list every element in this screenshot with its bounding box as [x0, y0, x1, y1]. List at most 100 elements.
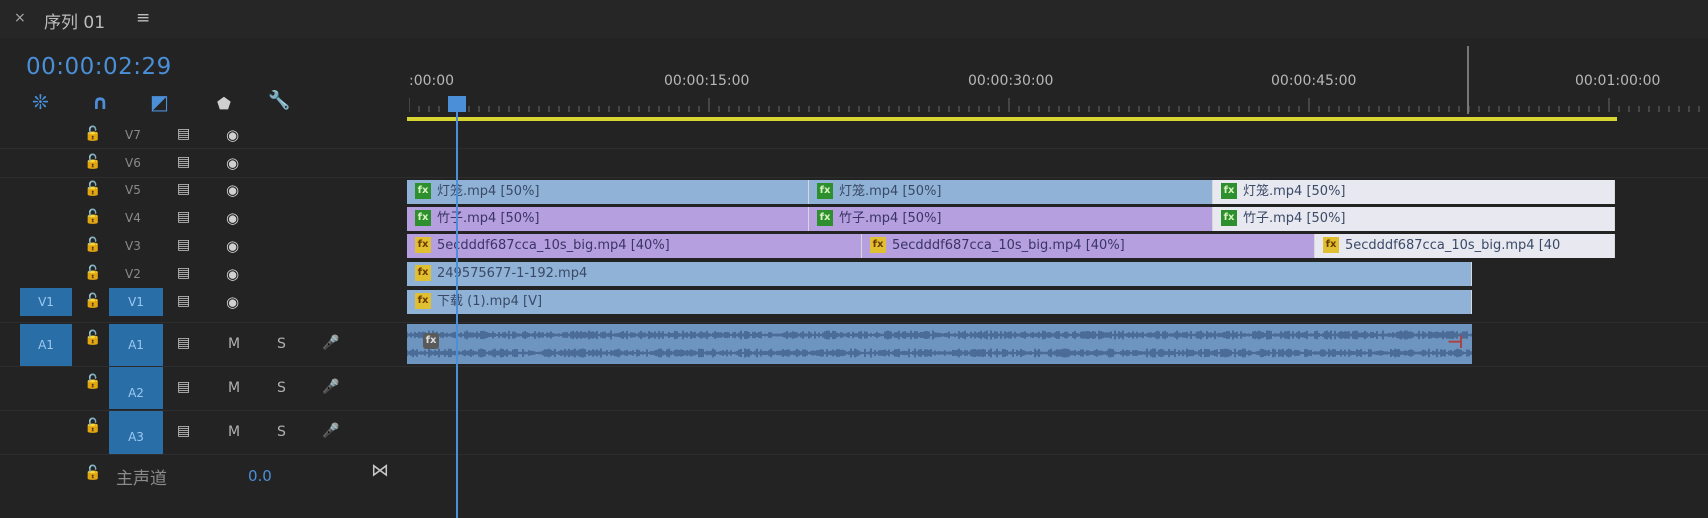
clip-v3[interactable]: fx 5ecdddf687cca_10s_big.mp4 [40 [1315, 234, 1615, 258]
track-label-v4[interactable]: V4 [125, 211, 141, 225]
lock-icon[interactable]: 🔓 [84, 181, 101, 197]
sync-lock-icon[interactable]: ▤ [177, 181, 190, 197]
sync-lock-icon[interactable]: ▤ [177, 293, 190, 309]
lock-icon[interactable]: 🔓 [84, 374, 101, 390]
track-label-v3[interactable]: V3 [125, 239, 141, 253]
clip-v5[interactable]: fx 灯笼.mp4 [50%] [407, 180, 809, 204]
ruler-label: 00:00:45:00 [1271, 73, 1357, 89]
mute-button[interactable]: M [228, 424, 240, 440]
lock-icon[interactable]: 🔓 [84, 293, 101, 309]
sync-lock-icon[interactable]: ▤ [177, 423, 190, 439]
clip-label: 竹子.mp4 [50%] [1243, 211, 1346, 226]
track-separator [0, 366, 1708, 367]
mute-button[interactable]: M [228, 336, 240, 352]
clip-v4[interactable]: fx 竹子.mp4 [50%] [407, 207, 809, 231]
sync-lock-icon[interactable]: ▤ [177, 126, 190, 142]
audio-clip-a1[interactable]: fx ⊣ [407, 324, 1472, 364]
solo-button[interactable]: S [277, 424, 286, 440]
voice-over-mic-icon[interactable]: 🎤 [322, 335, 339, 351]
zoom-to-fit-icon[interactable]: ⋈ [371, 460, 389, 481]
clip-v3[interactable]: fx 5ecdddf687cca_10s_big.mp4 [40%] [862, 234, 1315, 258]
sync-lock-icon[interactable]: ▤ [177, 209, 190, 225]
eye-icon[interactable]: ◉ [226, 126, 239, 144]
sync-lock-icon[interactable]: ▤ [177, 265, 190, 281]
track-label-a2[interactable]: A2 [109, 367, 163, 409]
lock-icon[interactable]: 🔓 [84, 154, 101, 170]
clip-label: 下载 (1).mp4 [V] [437, 294, 543, 309]
track-header-panel [0, 38, 407, 518]
lock-icon[interactable]: 🔓 [84, 237, 101, 253]
clip-v4[interactable]: fx 竹子.mp4 [50%] [809, 207, 1213, 231]
fx-badge: fx [870, 237, 886, 253]
close-tab-icon[interactable]: × [14, 10, 26, 26]
voice-over-mic-icon[interactable]: 🎤 [322, 423, 339, 439]
fx-badge: fx [817, 210, 833, 226]
clip-v4[interactable]: fx 竹子.mp4 [50%] [1213, 207, 1615, 231]
eye-icon[interactable]: ◉ [226, 293, 239, 311]
clip-label: 灯笼.mp4 [50%] [1243, 184, 1346, 199]
clip-v3[interactable]: fx 5ecdddf687cca_10s_big.mp4 [40%] [407, 234, 862, 258]
ruler-label: 00:00:30:00 [968, 73, 1054, 89]
eye-icon[interactable]: ◉ [226, 154, 239, 172]
lock-icon[interactable]: 🔓 [84, 418, 101, 434]
lock-icon[interactable]: 🔓 [84, 209, 101, 225]
clip-label: 249575677-1-192.mp4 [437, 266, 588, 281]
fx-badge: fx [423, 333, 439, 349]
lock-icon[interactable]: 🔓 [84, 126, 101, 142]
track-label-a1[interactable]: A1 [109, 324, 163, 366]
source-patch-a1[interactable]: A1 [20, 324, 72, 366]
panel-menu-icon[interactable]: ≡ [136, 8, 150, 28]
sequence-tab-bar [0, 0, 1708, 38]
work-area-bar[interactable] [407, 117, 1617, 121]
playhead-line[interactable] [456, 96, 458, 518]
clip-v5[interactable]: fx 灯笼.mp4 [50%] [809, 180, 1213, 204]
sync-lock-icon[interactable]: ▤ [177, 379, 190, 395]
fx-badge: fx [415, 265, 431, 281]
playhead-timecode[interactable]: 00:00:02:29 [26, 54, 172, 80]
track-label-v6[interactable]: V6 [125, 156, 141, 170]
track-separator [0, 148, 1708, 149]
sync-lock-icon[interactable]: ▤ [177, 154, 190, 170]
track-label-v5[interactable]: V5 [125, 183, 141, 197]
fx-badge: fx [817, 183, 833, 199]
linked-selection-icon[interactable]: ◩ [150, 90, 169, 114]
source-patch-v1[interactable]: V1 [20, 288, 72, 316]
master-volume-value[interactable]: 0.0 [248, 467, 272, 485]
ruler-label: 00:00:15:00 [664, 73, 750, 89]
clip-v1[interactable]: fx 下载 (1).mp4 [V] [407, 290, 1472, 314]
fx-badge: fx [1221, 183, 1237, 199]
sync-lock-icon[interactable]: ▤ [177, 237, 190, 253]
clip-label: 5ecdddf687cca_10s_big.mp4 [40%] [892, 238, 1125, 253]
mute-button[interactable]: M [228, 380, 240, 396]
voice-over-mic-icon[interactable]: 🎤 [322, 379, 339, 395]
time-ruler[interactable] [409, 98, 1708, 112]
fx-badge: fx [415, 293, 431, 309]
track-label-a3[interactable]: A3 [109, 411, 163, 454]
clip-label: 灯笼.mp4 [50%] [437, 184, 540, 199]
wrench-settings-icon[interactable]: 🔧 [268, 90, 290, 111]
clip-v2[interactable]: fx 249575677-1-192.mp4 [407, 262, 1472, 286]
track-separator [0, 454, 1708, 455]
ruler-label: :00:00 [409, 73, 455, 89]
solo-button[interactable]: S [277, 380, 286, 396]
eye-icon[interactable]: ◉ [226, 181, 239, 199]
eye-icon[interactable]: ◉ [226, 265, 239, 283]
lock-icon[interactable]: 🔓 [84, 265, 101, 281]
sequence-tab-title[interactable]: 序列 01 [44, 8, 105, 33]
playhead-handle[interactable] [448, 96, 466, 112]
lock-icon[interactable]: 🔓 [84, 465, 101, 481]
lock-icon[interactable]: 🔓 [84, 330, 101, 346]
track-separator [0, 322, 1708, 323]
snap-magnet-icon[interactable]: ∩ [92, 90, 108, 114]
nest-tool-icon[interactable]: ❊ [32, 90, 49, 114]
clip-v5[interactable]: fx 灯笼.mp4 [50%] [1213, 180, 1615, 204]
track-label-v1[interactable]: V1 [109, 288, 163, 316]
solo-button[interactable]: S [277, 336, 286, 352]
fx-badge: fx [1221, 210, 1237, 226]
track-label-v2[interactable]: V2 [125, 267, 141, 281]
sync-lock-icon[interactable]: ▤ [177, 335, 190, 351]
track-label-v7[interactable]: V7 [125, 128, 141, 142]
eye-icon[interactable]: ◉ [226, 209, 239, 227]
add-marker-icon[interactable]: ⬟ [217, 94, 231, 113]
eye-icon[interactable]: ◉ [226, 237, 239, 255]
